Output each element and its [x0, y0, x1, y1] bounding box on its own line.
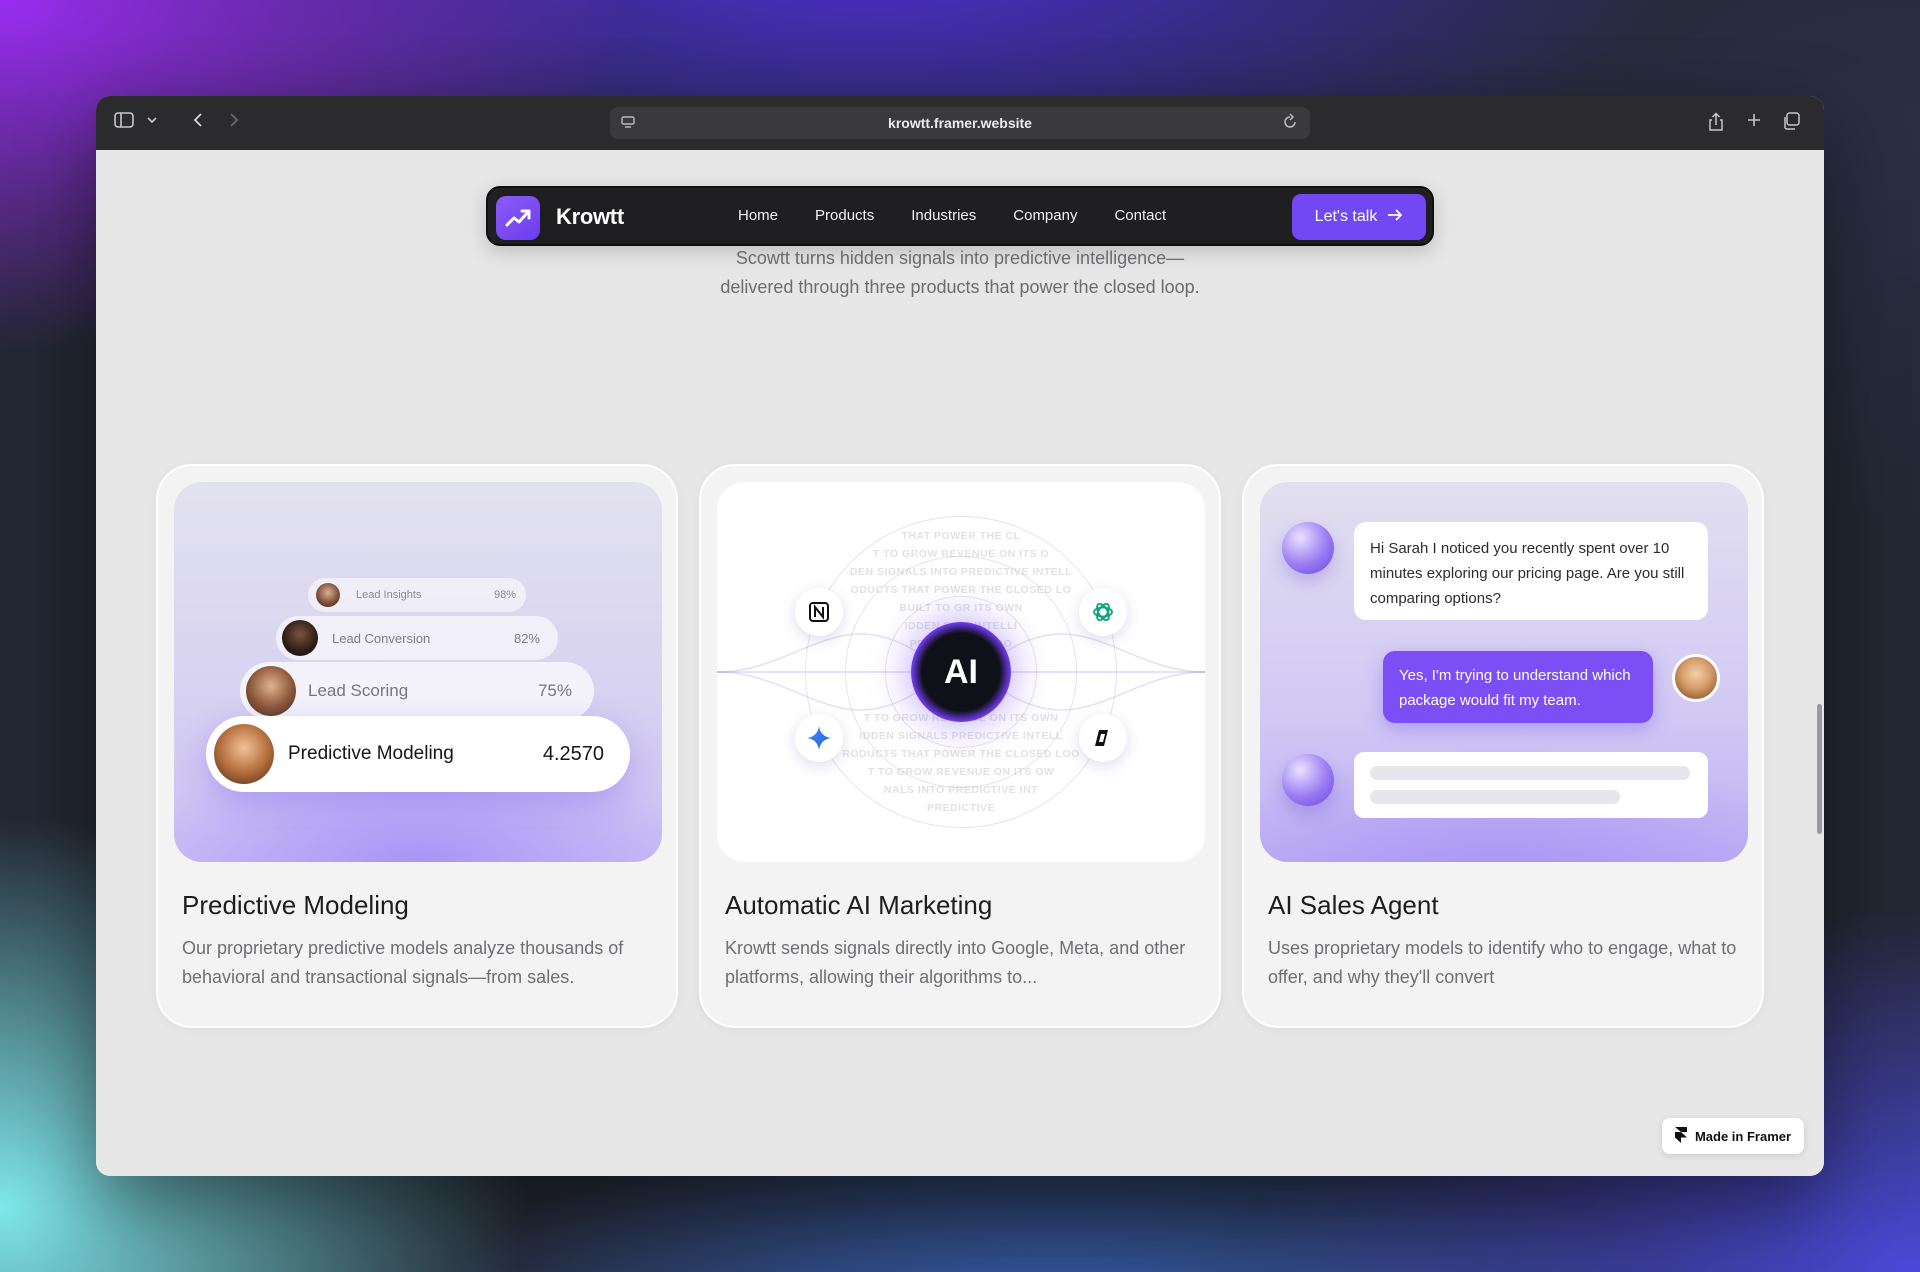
reload-icon[interactable] [1282, 113, 1298, 136]
pill-value: 98% [493, 589, 516, 601]
ai-sales-agent-visual: Hi Sarah I noticed you recently spent ov… [1260, 482, 1748, 862]
bg-text-line: DEN SIGNALS INTO PREDICTIVE INTELL [849, 566, 1073, 578]
nav-link-products[interactable]: Products [815, 207, 874, 224]
intro-line-1: Scowtt turns hidden signals into predict… [735, 248, 1185, 268]
badge-label: Made in Framer [1694, 1128, 1792, 1144]
bg-text-line: BUILT TO GR ITS OWN [899, 602, 1023, 614]
pill-label: Predictive Modeling [288, 743, 454, 764]
user-message: Yes, I'm trying to understand which pack… [1383, 651, 1653, 723]
pill-label: Lead Conversion [332, 630, 431, 646]
back-icon[interactable] [192, 112, 204, 135]
pill-label: Lead Scoring [308, 681, 409, 700]
browser-toolbar: krowtt.framer.website [96, 96, 1824, 150]
notion-icon [795, 588, 843, 636]
user-avatar [1672, 654, 1720, 702]
card-description: Our proprietary predictive models analyz… [182, 938, 624, 987]
ai-core-icon: AI [911, 622, 1011, 722]
card-description: Krowtt sends signals directly into Googl… [725, 938, 1186, 987]
url-text: krowtt.framer.website [888, 115, 1032, 131]
pill-lead-scoring: Lead Scoring 75% [240, 662, 594, 720]
nav-link-contact[interactable]: Contact [1114, 207, 1166, 224]
sidebar-icon[interactable] [114, 112, 134, 135]
copilot-icon [1079, 714, 1127, 762]
made-in-framer-badge[interactable]: Made in Framer [1662, 1118, 1804, 1154]
intro-text: Scowtt turns hidden signals into predict… [96, 244, 1824, 302]
bg-text-line: IDDEN SIGNALS PREDICTIVE INTELL [859, 730, 1063, 742]
agent-orb-icon [1282, 522, 1334, 574]
bg-text-line: NALS INTO PREDICTIVE INT [883, 784, 1039, 796]
card-title: Predictive Modeling [182, 890, 409, 920]
card-title: Automatic AI Marketing [725, 890, 993, 920]
avatar [214, 724, 274, 784]
browser-window: krowtt.framer.website Krowtt Home Produc… [96, 96, 1824, 1176]
pill-value: 4.2570 [542, 742, 604, 765]
intro-line-2: delivered through three products that po… [720, 277, 1200, 297]
nav-link-home[interactable]: Home [738, 207, 778, 224]
cta-label: Let's talk [1314, 208, 1378, 225]
tabs-overview-icon[interactable] [1782, 112, 1800, 137]
agent-message: Hi Sarah I noticed you recently spent ov… [1354, 522, 1708, 620]
placeholder-bar [1370, 790, 1620, 804]
bg-text-line: THAT POWER THE CL [901, 530, 1021, 542]
agent-typing-placeholder [1354, 752, 1708, 818]
address-bar[interactable]: krowtt.framer.website [610, 107, 1310, 139]
card-description: Uses proprietary models to identify who … [1268, 938, 1737, 987]
nav-link-company[interactable]: Company [1013, 207, 1077, 224]
nav-link-industries[interactable]: Industries [911, 207, 976, 224]
framer-icon [1674, 1126, 1687, 1146]
bg-text-line: PREDICTIVE [926, 802, 995, 814]
site-navbar: Krowtt Home Products Industries Company … [486, 186, 1434, 246]
pill-value: 75% [537, 681, 572, 700]
card-title: AI Sales Agent [1268, 890, 1439, 920]
avatar [316, 583, 340, 607]
bg-text-line: T TO GROW REVENUE ON ITS OW [867, 766, 1055, 778]
bg-text-line: ODUCTS THAT POWER THE CLOSED LO [850, 584, 1072, 596]
pill-value: 82% [513, 630, 540, 646]
arrow-right-icon [1387, 208, 1403, 227]
pill-predictive-modeling: Predictive Modeling 4.2570 [206, 716, 630, 792]
bg-text-line: T TO GROW REVENUE ON ITS O [872, 548, 1050, 560]
card-automatic-ai-marketing[interactable]: THAT POWER THE CL T TO GROW REVENUE ON I… [699, 464, 1221, 1028]
page: Krowtt Home Products Industries Company … [96, 150, 1824, 1176]
share-icon[interactable] [1708, 112, 1724, 139]
forward-icon[interactable] [228, 112, 240, 135]
avatar [282, 620, 318, 656]
nav-links: Home Products Industries Company Contact [738, 207, 1203, 224]
chevron-down-icon[interactable] [146, 112, 158, 135]
avatar [246, 666, 296, 716]
pill-lead-insights: Lead Insights 98% [308, 578, 526, 612]
chatgpt-icon [1079, 588, 1127, 636]
gemini-icon [795, 714, 843, 762]
card-ai-sales-agent[interactable]: Hi Sarah I noticed you recently spent ov… [1242, 464, 1764, 1028]
agent-orb-icon [1282, 754, 1334, 806]
pill-lead-conversion: Lead Conversion 82% [276, 616, 558, 660]
lets-talk-button[interactable]: Let's talk [1292, 194, 1426, 240]
bg-text-line: RODUCTS THAT POWER THE CLOSED LOO [842, 748, 1080, 760]
site-settings-icon[interactable] [620, 114, 636, 133]
ai-core-label: AI [944, 652, 978, 691]
new-tab-icon[interactable] [1746, 112, 1762, 135]
pill-label: Lead Insights [356, 589, 422, 601]
card-predictive-modeling[interactable]: Lead Insights 98% Lead Conversion 82% Le… [156, 464, 678, 1028]
ai-marketing-visual: THAT POWER THE CL T TO GROW REVENUE ON I… [717, 482, 1205, 862]
scrollbar-thumb[interactable] [1817, 704, 1822, 834]
brand-name[interactable]: Krowtt [556, 204, 624, 230]
logo-icon[interactable] [496, 196, 540, 240]
predictive-modeling-visual: Lead Insights 98% Lead Conversion 82% Le… [174, 482, 662, 862]
placeholder-bar [1370, 766, 1690, 780]
